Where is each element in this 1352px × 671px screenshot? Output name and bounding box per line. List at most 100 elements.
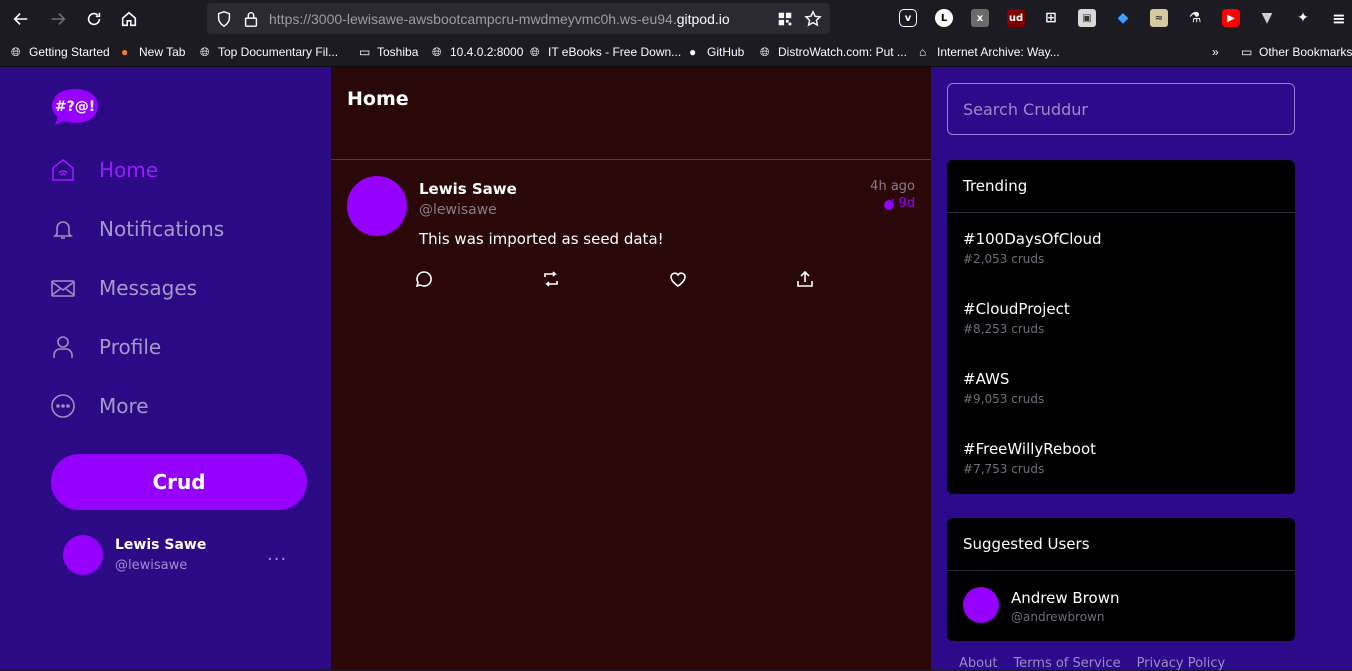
bookmark-label: 10.4.0.2:8000 bbox=[450, 45, 524, 59]
globe-icon: 🌐︎ bbox=[11, 45, 21, 59]
house-icon bbox=[121, 11, 137, 27]
bookmark-label: New Tab bbox=[139, 45, 186, 59]
bookmark-label: Getting Started bbox=[29, 45, 110, 59]
bookmark-item[interactable]: ● New Tab bbox=[121, 44, 185, 60]
trend-name: #100DaysOfCloud bbox=[963, 230, 1102, 248]
footer-terms-link[interactable]: Terms of Service bbox=[1013, 656, 1120, 671]
bookmark-item[interactable]: ▭ Toshiba bbox=[359, 44, 418, 60]
folder-icon: ▭ bbox=[359, 45, 371, 59]
repost-icon[interactable] bbox=[541, 269, 561, 289]
profile-more-button[interactable]: ... bbox=[267, 544, 287, 565]
forward-button[interactable] bbox=[45, 6, 71, 32]
shield-icon[interactable] bbox=[215, 10, 233, 28]
archive-icon: ⌂ bbox=[919, 45, 927, 59]
bomb-icon bbox=[884, 197, 895, 210]
footer-privacy-link[interactable]: Privacy Policy bbox=[1137, 656, 1226, 671]
arrow-right-icon bbox=[51, 13, 66, 25]
puzzle-icon[interactable]: ✦ bbox=[1294, 9, 1312, 27]
suggested-user[interactable]: Andrew Brown @andrewbrown bbox=[947, 571, 1295, 641]
image-extension-icon[interactable]: ▣ bbox=[1078, 9, 1096, 27]
avatar[interactable] bbox=[347, 176, 407, 236]
post-expires-value: 9d bbox=[898, 196, 915, 211]
bookmarks-overflow-button[interactable]: » bbox=[1212, 44, 1219, 60]
bookmark-item[interactable]: 🌐︎ 10.4.0.2:8000 bbox=[432, 44, 523, 60]
globe-icon: 🌐︎ bbox=[200, 45, 210, 59]
bookmark-item[interactable]: ⌂ Internet Archive: Way... bbox=[919, 44, 1060, 60]
nav-notifications[interactable]: Notifications bbox=[51, 213, 224, 245]
bookmark-item[interactable]: 🌐︎ Top Documentary Fil... bbox=[200, 44, 338, 60]
reply-icon[interactable] bbox=[414, 269, 434, 289]
vpn-icon[interactable]: ▼ bbox=[1258, 9, 1276, 27]
nav-messages[interactable]: Messages bbox=[51, 272, 197, 304]
bookmark-item[interactable]: ● GitHub bbox=[689, 44, 744, 60]
other-bookmarks[interactable]: ▭ Other Bookmarks bbox=[1241, 44, 1352, 60]
crud-button[interactable]: Crud bbox=[51, 454, 307, 510]
trend-item[interactable]: #FreeWillyReboot #7,753 cruds bbox=[947, 423, 1295, 493]
url-bar[interactable]: https://3000-lewisawe-awsbootcampcru-mwd… bbox=[207, 3, 830, 34]
bell-icon bbox=[53, 221, 73, 239]
feed: Home Lewis Sawe @lewisawe 4h ago 9d This… bbox=[331, 67, 931, 670]
suggested-user-handle[interactable]: @andrewbrown bbox=[1011, 610, 1105, 624]
folder-icon: ▭ bbox=[1241, 45, 1253, 59]
globe-icon: 🌐︎ bbox=[760, 45, 770, 59]
feed-header: Home bbox=[331, 67, 931, 160]
profile-l-icon[interactable]: L bbox=[935, 9, 953, 27]
browser-toolbar: https://3000-lewisawe-awsbootcampcru-mwd… bbox=[0, 0, 1352, 37]
hamburger-menu-icon[interactable]: ≡ bbox=[1330, 9, 1348, 28]
pocket-icon[interactable]: v bbox=[899, 9, 917, 27]
ublock-icon[interactable]: ud bbox=[1007, 9, 1025, 27]
url-host: gitpod.io bbox=[676, 11, 730, 27]
extension-grey-icon[interactable]: x bbox=[971, 9, 989, 27]
bookmark-item[interactable]: 🌐︎ IT eBooks - Free Down... bbox=[530, 44, 681, 60]
nav-profile[interactable]: Profile bbox=[51, 331, 161, 363]
footer-about-link[interactable]: About bbox=[959, 656, 997, 671]
nav-home[interactable]: Home bbox=[51, 154, 158, 186]
home-button[interactable] bbox=[116, 6, 142, 32]
trend-count: #9,053 cruds bbox=[963, 392, 1045, 406]
trend-item[interactable]: #AWS #9,053 cruds bbox=[947, 353, 1295, 423]
bookmark-label: Internet Archive: Way... bbox=[937, 45, 1060, 59]
person-icon bbox=[53, 336, 73, 358]
heart-icon[interactable] bbox=[668, 269, 688, 289]
bookmark-label: IT eBooks - Free Down... bbox=[548, 45, 682, 59]
avatar[interactable] bbox=[963, 587, 999, 623]
qr-code-icon[interactable] bbox=[776, 10, 794, 28]
nav-profile-label: Profile bbox=[99, 335, 162, 359]
trend-count: #2,053 cruds bbox=[963, 252, 1045, 266]
share-icon[interactable] bbox=[795, 269, 815, 289]
suggested-user-name[interactable]: Andrew Brown bbox=[1011, 589, 1119, 607]
star-icon[interactable] bbox=[804, 10, 822, 28]
url-prefix: https://3000-lewisawe-awsbootcampcru-mwd… bbox=[269, 11, 677, 27]
extensions-grid-icon[interactable]: ⊞ bbox=[1042, 9, 1060, 27]
reload-button[interactable] bbox=[81, 6, 107, 32]
bookmark-item[interactable]: 🌐︎ Getting Started bbox=[11, 44, 110, 60]
post-author-name[interactable]: Lewis Sawe bbox=[419, 180, 517, 198]
current-user-profile[interactable]: Lewis Sawe @lewisawe ... bbox=[63, 534, 313, 579]
trend-item[interactable]: #100DaysOfCloud #2,053 cruds bbox=[947, 213, 1295, 283]
globe-icon: 🌐︎ bbox=[530, 45, 540, 59]
nav-messages-label: Messages bbox=[99, 276, 198, 300]
logo-text: #?@! bbox=[55, 99, 95, 115]
trend-name: #FreeWillyReboot bbox=[963, 440, 1097, 458]
trend-count: #7,753 cruds bbox=[963, 462, 1045, 476]
mask-extension-icon[interactable]: ≈ bbox=[1150, 9, 1168, 27]
lock-icon[interactable] bbox=[242, 10, 260, 28]
globe-icon: 🌐︎ bbox=[432, 45, 442, 59]
activity-item[interactable]: Lewis Sawe @lewisawe 4h ago 9d This was … bbox=[331, 160, 931, 305]
back-button[interactable] bbox=[8, 6, 34, 32]
search-input[interactable] bbox=[947, 83, 1295, 135]
arrow-left-icon bbox=[13, 13, 28, 25]
nav-more[interactable]: More bbox=[51, 390, 149, 422]
page-title: Home bbox=[347, 88, 409, 110]
bookmark-item[interactable]: 🌐︎ DistroWatch.com: Put ... bbox=[760, 44, 907, 60]
firefox-icon: ● bbox=[121, 45, 129, 59]
youtube-icon[interactable]: ▶ bbox=[1222, 9, 1240, 27]
trend-item[interactable]: #CloudProject #8,253 cruds bbox=[947, 283, 1295, 353]
more-circle-icon bbox=[51, 394, 75, 418]
flask-icon[interactable]: ⚗ bbox=[1186, 9, 1204, 27]
trending-box: Trending #100DaysOfCloud #2,053 cruds #C… bbox=[947, 160, 1295, 494]
cruddur-logo[interactable]: #?@! bbox=[51, 87, 99, 127]
post-author-handle[interactable]: @lewisawe bbox=[419, 202, 497, 218]
avatar bbox=[63, 535, 103, 575]
diamond-icon[interactable]: ◆ bbox=[1114, 9, 1132, 27]
